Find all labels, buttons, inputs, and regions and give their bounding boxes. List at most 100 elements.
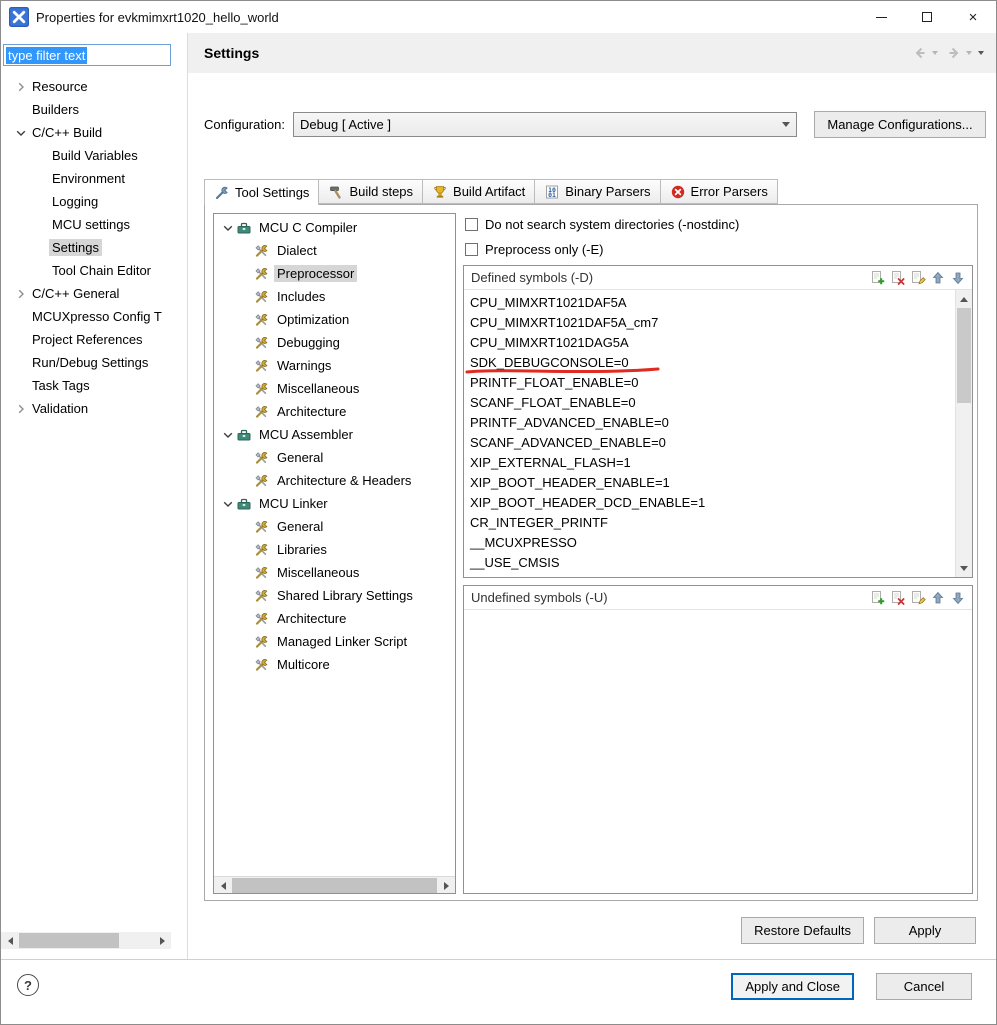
delete-button[interactable] [888,588,908,608]
add-button[interactable] [868,268,888,288]
cancel-button[interactable]: Cancel [876,973,972,1000]
collapse-arrow-icon[interactable] [220,496,236,512]
expand-arrow-icon[interactable] [13,401,29,417]
sidebar-item-resource[interactable]: Resource [1,75,187,98]
filter-input[interactable]: type filter text [3,44,171,66]
tool-tree-item-dialect[interactable]: Dialect [214,239,455,262]
sidebar-item-c-c-build[interactable]: C/C++ Build [1,121,187,144]
move-down-button[interactable] [948,268,968,288]
tab-tool-settings[interactable]: Tool Settings [204,179,319,205]
apply-button[interactable]: Apply [874,917,976,944]
forward-dropdown-icon[interactable] [966,51,972,58]
help-button[interactable]: ? [17,974,39,996]
maximize-button[interactable] [904,1,950,33]
tool-tree-item-general[interactable]: General [214,515,455,538]
tool-tree-item-architecture-headers[interactable]: Architecture & Headers [214,469,455,492]
sidebar-item-c-c-general[interactable]: C/C++ General [1,282,187,305]
tool-tree-hscrollbar[interactable] [214,876,455,893]
defined-symbol-item[interactable]: CPU_MIMXRT1021DAF5A [464,293,955,313]
defined-symbol-item[interactable]: XIP_EXTERNAL_FLASH=1 [464,453,955,473]
tab-error-parsers[interactable]: Error Parsers [661,179,778,204]
sidebar-item-logging[interactable]: Logging [1,190,187,213]
scroll-right-icon[interactable] [438,877,455,894]
edit-button[interactable] [908,268,928,288]
scroll-down-icon[interactable] [956,560,972,577]
defined-symbol-item[interactable]: CPU_MIMXRT1021DAF5A_cm7 [464,313,955,333]
defined-symbol-item[interactable]: XIP_BOOT_HEADER_DCD_ENABLE=1 [464,493,955,513]
back-icon[interactable] [910,43,930,63]
tool-tree-item-mcu-linker[interactable]: MCU Linker [214,492,455,515]
tool-tree-item-includes[interactable]: Includes [214,285,455,308]
configuration-select[interactable]: Debug [ Active ] [293,112,797,137]
scrollbar-thumb[interactable] [957,308,971,403]
defined-symbol-item[interactable]: SDK_DEBUGCONSOLE=0 [464,353,955,373]
view-menu-icon[interactable] [978,51,984,58]
defined-symbol-item[interactable]: __MCUXPRESSO [464,533,955,553]
scrollbar-thumb[interactable] [19,933,119,948]
tool-tree-item-general[interactable]: General [214,446,455,469]
delete-button[interactable] [888,268,908,288]
expand-arrow-icon[interactable] [13,79,29,95]
sidebar-item-run-debug-settings[interactable]: Run/Debug Settings [1,351,187,374]
scroll-left-icon[interactable] [1,932,18,949]
defined-symbol-item[interactable]: SCANF_FLOAT_ENABLE=0 [464,393,955,413]
edit-button[interactable] [908,588,928,608]
move-up-button[interactable] [928,268,948,288]
move-down-button[interactable] [948,588,968,608]
sidebar-item-mcuxpresso-config-t[interactable]: MCUXpresso Config T [1,305,187,328]
sidebar-item-task-tags[interactable]: Task Tags [1,374,187,397]
manage-configurations-button[interactable]: Manage Configurations... [814,111,986,138]
apply-and-close-button[interactable]: Apply and Close [731,973,854,1000]
defined-symbols-vscrollbar[interactable] [955,290,972,577]
defined-symbol-item[interactable]: CR_INTEGER_PRINTF [464,513,955,533]
expand-arrow-icon[interactable] [13,286,29,302]
defined-symbol-item[interactable]: PRINTF_ADVANCED_ENABLE=0 [464,413,955,433]
scroll-left-icon[interactable] [214,877,231,894]
sidebar-hscrollbar[interactable] [1,932,171,949]
sidebar-item-build-variables[interactable]: Build Variables [1,144,187,167]
tool-tree-item-optimization[interactable]: Optimization [214,308,455,331]
collapse-arrow-icon[interactable] [220,427,236,443]
defined-symbol-item[interactable]: PRINTF_FLOAT_ENABLE=0 [464,373,955,393]
move-up-button[interactable] [928,588,948,608]
tool-tree-item-mcu-assembler[interactable]: MCU Assembler [214,423,455,446]
sidebar-item-project-references[interactable]: Project References [1,328,187,351]
add-button[interactable] [868,588,888,608]
sidebar-item-validation[interactable]: Validation [1,397,187,420]
preprocess-only-checkbox[interactable] [465,243,478,256]
forward-icon[interactable] [944,43,964,63]
sidebar-item-environment[interactable]: Environment [1,167,187,190]
tool-tree-item-debugging[interactable]: Debugging [214,331,455,354]
scrollbar-thumb[interactable] [232,878,437,893]
tool-tree-item-miscellaneous[interactable]: Miscellaneous [214,561,455,584]
sidebar-item-tool-chain-editor[interactable]: Tool Chain Editor [1,259,187,282]
scroll-up-icon[interactable] [956,290,972,307]
nostdinc-checkbox[interactable] [465,218,478,231]
sidebar-item-mcu-settings[interactable]: MCU settings [1,213,187,236]
defined-symbol-item[interactable]: __USE_CMSIS [464,553,955,573]
tab-build-artifact[interactable]: Build Artifact [423,179,535,204]
close-button[interactable]: × [950,1,996,33]
defined-symbol-item[interactable]: XIP_BOOT_HEADER_ENABLE=1 [464,473,955,493]
defined-symbol-item[interactable]: CPU_MIMXRT1021DAG5A [464,333,955,353]
defined-symbol-item[interactable]: SCANF_ADVANCED_ENABLE=0 [464,433,955,453]
restore-defaults-button[interactable]: Restore Defaults [741,917,864,944]
tab-binary-parsers[interactable]: 1001Binary Parsers [535,179,660,204]
scroll-right-icon[interactable] [154,932,171,949]
tool-tree-item-miscellaneous[interactable]: Miscellaneous [214,377,455,400]
tool-tree-item-mcu-c-compiler[interactable]: MCU C Compiler [214,216,455,239]
minimize-button[interactable] [858,1,904,33]
sidebar-item-builders[interactable]: Builders [1,98,187,121]
collapse-arrow-icon[interactable] [220,220,236,236]
tool-tree-item-architecture[interactable]: Architecture [214,607,455,630]
tool-tree-item-managed-linker-script[interactable]: Managed Linker Script [214,630,455,653]
back-dropdown-icon[interactable] [932,51,938,58]
collapse-arrow-icon[interactable] [13,125,29,141]
tab-build-steps[interactable]: Build steps [319,179,423,204]
sidebar-item-settings[interactable]: Settings [1,236,187,259]
tool-tree-item-architecture[interactable]: Architecture [214,400,455,423]
tool-tree-item-libraries[interactable]: Libraries [214,538,455,561]
tool-tree-item-shared-library-settings[interactable]: Shared Library Settings [214,584,455,607]
tool-tree-item-multicore[interactable]: Multicore [214,653,455,676]
tool-tree-item-warnings[interactable]: Warnings [214,354,455,377]
